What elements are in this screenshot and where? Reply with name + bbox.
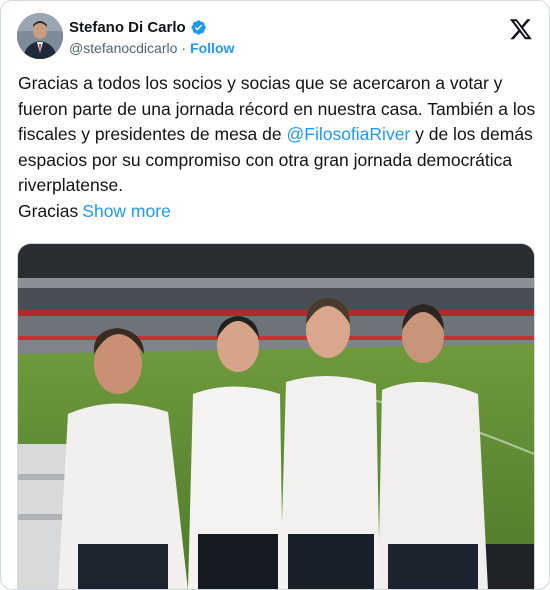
tweet-text: Gracias a todos los socios y socias que … <box>18 71 538 224</box>
separator-dot: · <box>181 40 187 56</box>
mention-link[interactable]: @FilosofiaRiver <box>286 124 410 144</box>
tweet-header: Stefano Di Carlo @stefanocdicarlo · Foll… <box>17 11 535 63</box>
tweet-paragraph-main: Gracias a todos los socios y socias que … <box>18 71 538 199</box>
verified-badge-icon <box>190 19 207 36</box>
tweet-paragraph-second: Gracias Show more <box>18 199 538 225</box>
x-logo-icon[interactable] <box>509 17 533 41</box>
follow-button[interactable]: Follow <box>190 40 234 56</box>
author-handle[interactable]: @stefanocdicarlo <box>69 40 177 56</box>
author-display-name[interactable]: Stefano Di Carlo <box>69 19 186 36</box>
avatar-image <box>17 13 63 59</box>
tweet-text-gracias: Gracias <box>18 200 79 221</box>
tweet-photo[interactable] <box>17 243 535 589</box>
author-names: Stefano Di Carlo @stefanocdicarlo · Foll… <box>69 17 234 57</box>
photo-four-men-stadium-image <box>18 244 534 589</box>
show-more-link[interactable]: Show more <box>82 201 171 221</box>
author-avatar[interactable] <box>17 13 63 59</box>
tweet-card[interactable]: Stefano Di Carlo @stefanocdicarlo · Foll… <box>0 0 550 590</box>
